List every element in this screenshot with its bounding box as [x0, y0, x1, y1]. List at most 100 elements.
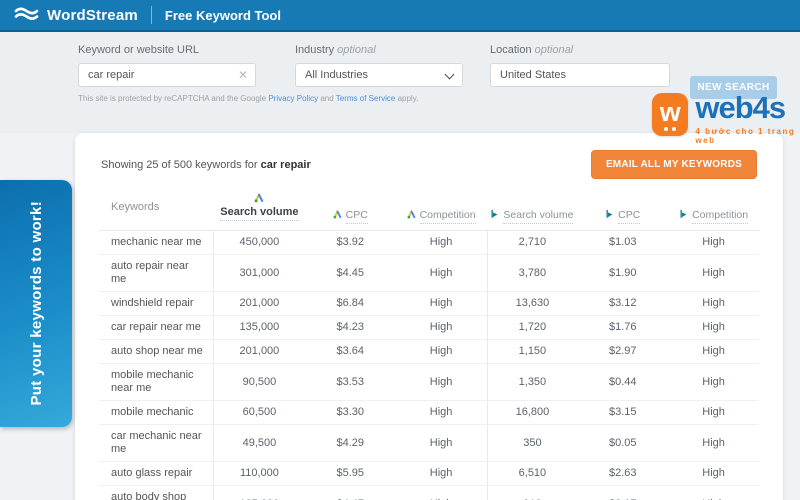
google-search-volume-cell: 135,000 [214, 486, 305, 500]
google-cpc-cell: $3.30 [336, 406, 364, 418]
bing-competition-cell: High [702, 321, 725, 333]
web4s-watermark: w web4s 4 bước cho 1 trang web [652, 90, 800, 145]
google-competition-cell: High [429, 406, 453, 418]
keyword-cell: car repair near me [99, 316, 214, 339]
google-competition-cell: High [429, 375, 453, 388]
google-search-volume-cell: 90,500 [242, 375, 277, 388]
google-competition-column-header[interactable]: Competition [396, 209, 487, 224]
bing-competition-cell: High [702, 345, 725, 357]
bing-competition-column-header[interactable]: Competition [668, 209, 759, 224]
recaptcha-notice: This site is protected by reCAPTCHA and … [78, 94, 419, 103]
summary-keyword: car repair [260, 158, 311, 171]
table-row: auto repair near me 301,000 $4.45 High 3,780… [99, 255, 759, 292]
table-body: mechanic near me 450,000 $3.92 High 2,710 $1.… [99, 231, 759, 500]
bing-cpc-cell: $1.03 [608, 236, 637, 248]
results-summary: Showing 25 of 500 keywords for car repai… [101, 158, 311, 171]
google-search-volume-cell: 450,000 [239, 236, 280, 248]
google-competition-cell: High [429, 236, 453, 248]
bing-competition-cell: High [702, 236, 725, 248]
table-header-row: Keywords Search volume CPC Competition S… [99, 193, 759, 231]
brand-name: WordStream [47, 6, 138, 24]
google-cpc-cell: $4.45 [336, 266, 364, 279]
clear-keyword-icon[interactable]: ✕ [238, 69, 248, 81]
web4s-brand-text: web4s [695, 90, 786, 125]
topbar: WordStream Free Keyword Tool [0, 0, 800, 32]
table-row: auto glass repair 110,000 $5.95 High 6,510 $2… [99, 462, 759, 486]
bing-search-volume-column-header[interactable]: Search volume [487, 209, 578, 224]
keyword-cell: mechanic near me [99, 231, 214, 254]
table-row: mobile mechanic 60,500 $3.30 High 16,800 $3.1… [99, 401, 759, 425]
topbar-divider [150, 6, 152, 24]
google-cpc-cell: $4.47 [305, 486, 396, 500]
google-cpc-column-header[interactable]: CPC [305, 209, 396, 224]
bing-cpc-cell: $0.44 [608, 375, 637, 388]
table-row: car repair near me 135,000 $4.23 High 1,720 $… [99, 316, 759, 340]
bing-competition-cell: High [702, 436, 725, 449]
results-card: Showing 25 of 500 keywords for car repai… [75, 133, 783, 500]
keyword-cell: car mechanic near me [99, 425, 214, 461]
bing-icon [680, 209, 687, 218]
bing-cpc-column-header[interactable]: CPC [577, 209, 668, 224]
keyword-input[interactable] [78, 63, 256, 87]
google-competition-cell: High [396, 486, 487, 500]
email-all-keywords-button[interactable]: EMAIL ALL MY KEYWORDS [590, 150, 757, 179]
bing-search-volume-cell: 1,350 [486, 364, 578, 400]
bing-search-volume-cell: 13,630 [486, 292, 578, 315]
bing-cpc-cell: $2.17 [577, 486, 668, 500]
wordstream-logo[interactable]: WordStream [14, 6, 138, 24]
keywords-table: Keywords Search volume CPC Competition S… [99, 193, 759, 500]
page-title: Free Keyword Tool [164, 7, 281, 23]
google-search-volume-cell: 201,000 [239, 345, 280, 357]
table-row: car mechanic near me 49,500 $4.29 High 350 $0… [99, 425, 759, 462]
bing-cpc-cell: $1.76 [608, 321, 637, 333]
privacy-policy-link[interactable]: Privacy Policy [268, 94, 318, 103]
google-competition-cell: High [429, 345, 453, 357]
google-search-volume-cell: 201,000 [239, 297, 280, 309]
google-search-volume-cell: 301,000 [239, 266, 280, 279]
google-competition-cell: High [429, 266, 453, 279]
bing-cpc-cell: $2.63 [608, 467, 637, 479]
bing-search-volume-cell: 6,510 [486, 462, 578, 485]
terms-of-service-link[interactable]: Terms of Service [336, 94, 396, 103]
bing-cpc-cell: $3.12 [608, 297, 637, 309]
industry-selected-value: All Industries [305, 69, 368, 81]
keyword-cell: windshield repair [99, 292, 214, 315]
bing-search-volume-cell: 3,780 [486, 255, 578, 291]
bing-icon [491, 209, 498, 218]
side-tab-label: Put your keywords to work! [27, 201, 45, 406]
bing-cpc-cell: $0.05 [608, 436, 637, 449]
google-competition-cell: High [429, 467, 453, 479]
location-input[interactable] [490, 63, 670, 87]
bing-cpc-cell: $3.15 [608, 406, 637, 418]
google-search-volume-cell: 49,500 [242, 436, 277, 449]
keyword-field-label: Keyword or website URL [78, 44, 200, 56]
industry-select[interactable]: All Industries [295, 63, 463, 87]
bing-search-volume-cell: 16,800 [486, 401, 578, 424]
web4s-logo-icon: w [652, 93, 689, 136]
google-competition-cell: High [429, 297, 453, 309]
table-row: windshield repair 201,000 $6.84 High 13,630 $… [99, 292, 759, 316]
location-field-label: Location optional [490, 44, 574, 56]
bing-competition-cell: High [668, 486, 759, 500]
keyword-cell: auto shop near me [99, 340, 214, 363]
google-cpc-cell: $4.29 [336, 436, 364, 449]
keyword-cell: auto body shop near me [99, 486, 214, 500]
google-ads-icon [254, 193, 264, 203]
table-row: mechanic near me 450,000 $3.92 High 2,710 $1.… [99, 231, 759, 255]
wordstream-wave-icon [14, 6, 39, 24]
location-field-group: Location optional [490, 44, 670, 87]
bing-competition-cell: High [702, 266, 725, 279]
google-cpc-cell: $5.95 [336, 467, 364, 479]
put-keywords-to-work-tab[interactable]: Put your keywords to work! [0, 180, 72, 427]
google-search-volume-column-header[interactable]: Search volume [214, 193, 305, 221]
keywords-column-header: Keywords [111, 201, 160, 213]
google-competition-cell: High [429, 436, 453, 449]
google-ads-icon [407, 210, 415, 219]
bing-competition-cell: High [702, 406, 725, 418]
google-cpc-cell: $3.53 [336, 375, 364, 388]
bing-search-volume-cell: 350 [486, 425, 578, 461]
bing-search-volume-cell: 2,710 [486, 231, 578, 254]
bing-cpc-cell: $2.97 [608, 345, 637, 357]
table-row: auto body shop near me135,000$4.47High91… [99, 486, 759, 500]
chevron-down-icon [444, 69, 455, 80]
